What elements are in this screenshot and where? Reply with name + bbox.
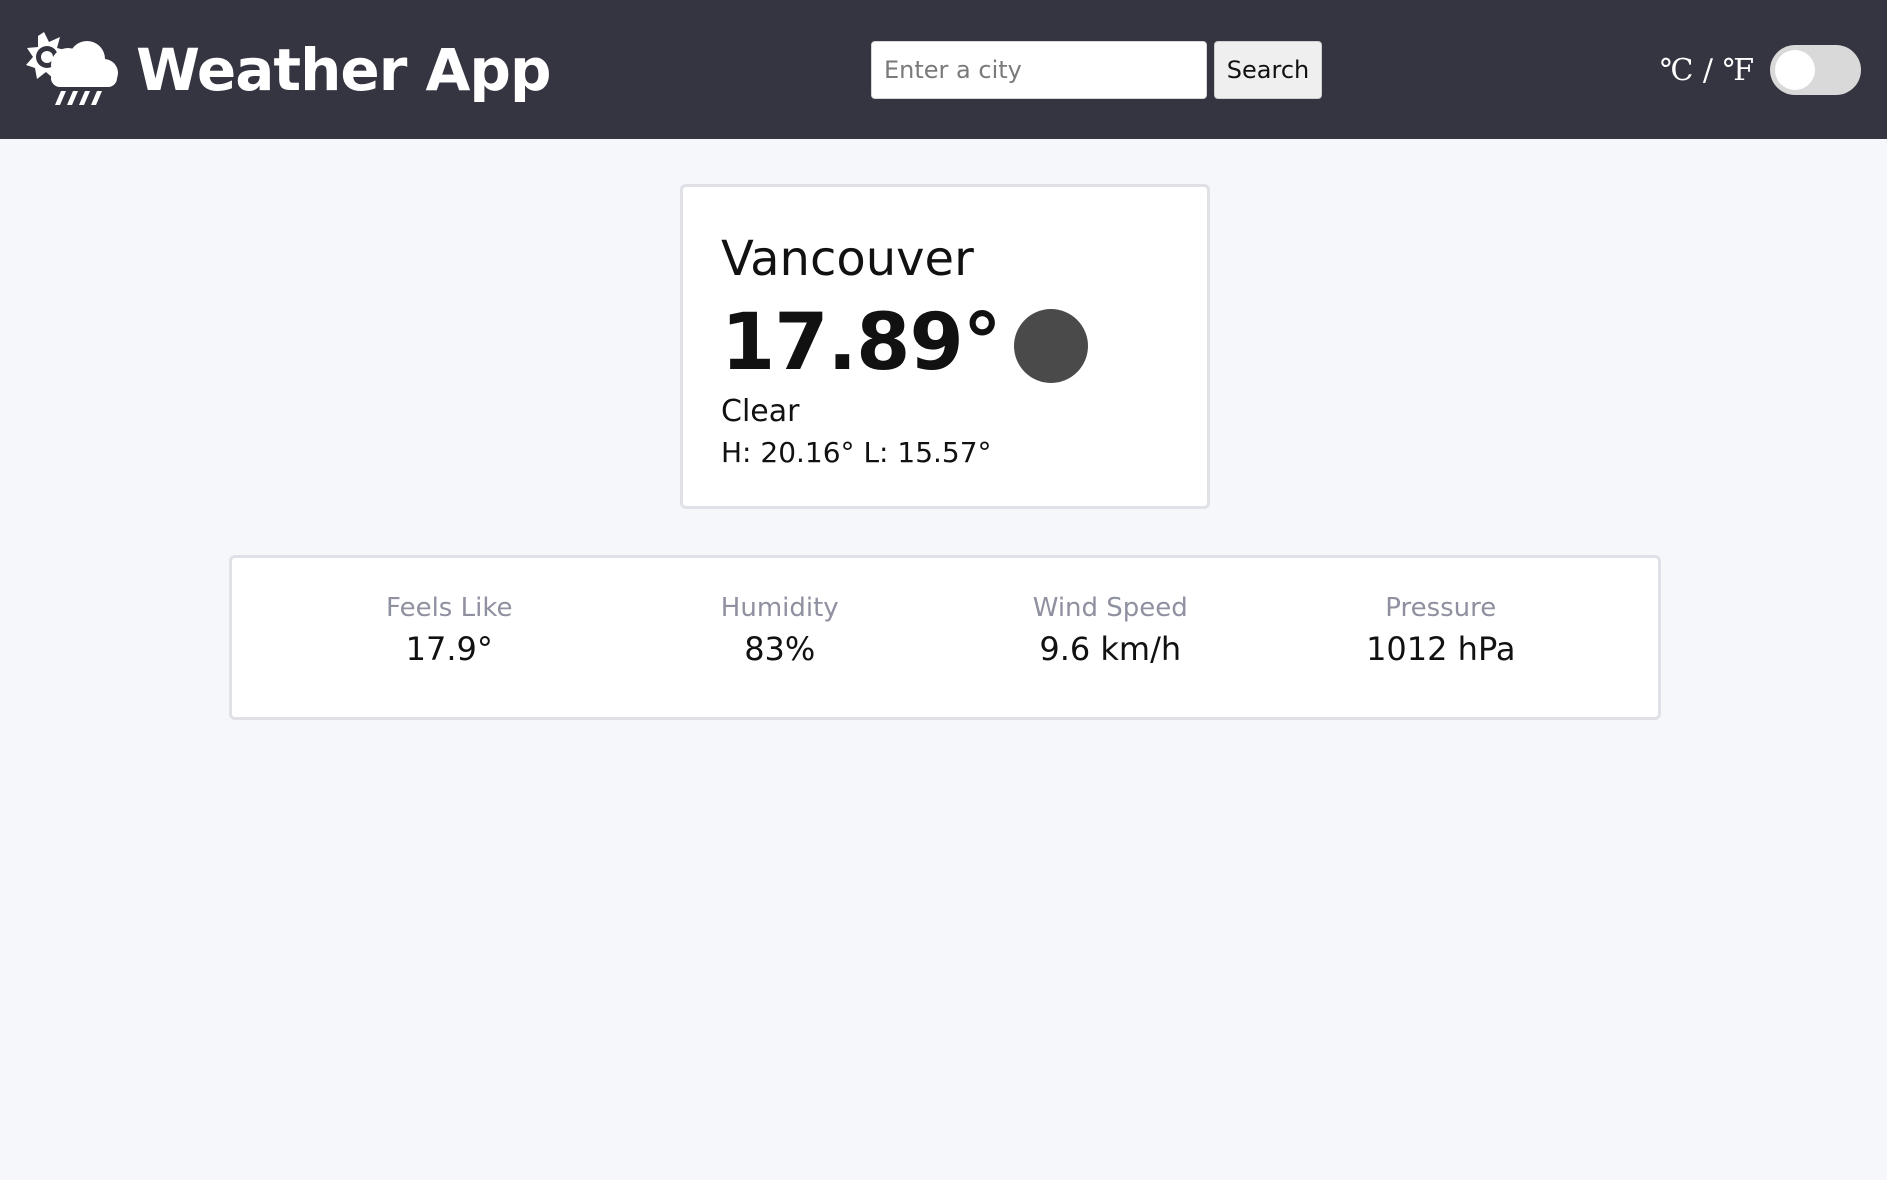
humidity-label: Humidity [720, 593, 839, 623]
weather-details-grid: Feels Like 17.9° Humidity 83% Wind Speed… [284, 593, 1606, 665]
cloud-sun-rain-icon [26, 32, 118, 105]
city-search: Search [871, 41, 1322, 99]
unit-toggle-label: ℃ / ℉ [1659, 52, 1754, 88]
feels-like-value: 17.9° [405, 630, 493, 669]
humidity-value: 83% [744, 630, 816, 669]
pressure-value: 1012 hPa [1366, 630, 1516, 669]
app-header: Weather App Search ℃ / ℉ [0, 0, 1887, 139]
current-weather-card: Vancouver 17.89° Clear H: 20.16° L: 15.5… [680, 184, 1210, 509]
pressure-detail: Pressure 1012 hPa [1276, 593, 1607, 665]
toggle-knob [1775, 50, 1815, 90]
temperature-unit-toggle[interactable] [1770, 45, 1861, 95]
feels-like-label: Feels Like [386, 593, 513, 623]
high-low-temperature: H: 20.16° L: 15.57° [721, 436, 992, 469]
wind-speed-detail: Wind Speed 9.6 km/h [945, 593, 1276, 665]
weather-condition-icon [1014, 309, 1088, 383]
wind-speed-value: 9.6 km/h [1039, 630, 1182, 669]
feels-like-detail: Feels Like 17.9° [284, 593, 615, 665]
city-name: Vancouver [721, 231, 974, 287]
wind-speed-label: Wind Speed [1032, 593, 1188, 623]
brand: Weather App [26, 30, 551, 110]
humidity-detail: Humidity 83% [615, 593, 946, 665]
current-temperature: 17.89° [721, 298, 1002, 388]
search-button[interactable]: Search [1214, 41, 1322, 99]
city-search-input[interactable] [871, 41, 1207, 99]
weather-condition: Clear [721, 394, 800, 429]
pressure-label: Pressure [1385, 593, 1497, 623]
weather-details-card: Feels Like 17.9° Humidity 83% Wind Speed… [229, 555, 1661, 720]
unit-toggle-group: ℃ / ℉ [1660, 44, 1861, 96]
app-title: Weather App [136, 36, 551, 104]
